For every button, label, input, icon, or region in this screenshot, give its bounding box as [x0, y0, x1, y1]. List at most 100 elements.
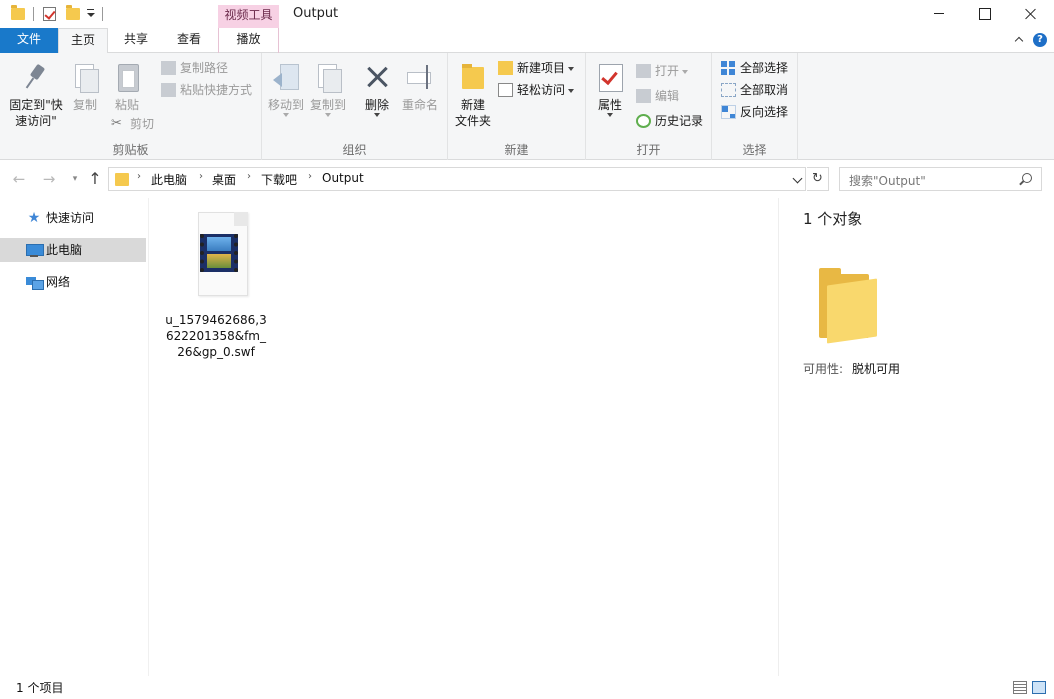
easy-access-button[interactable]: 轻松访问 [497, 80, 575, 100]
folder-icon [115, 173, 129, 186]
breadcrumb-output[interactable]: Output [322, 171, 364, 185]
paste-shortcut-button[interactable]: 粘贴快捷方式 [160, 80, 252, 100]
edit-label: 编辑 [655, 89, 680, 103]
breadcrumb-this-pc[interactable]: 此电脑 [151, 171, 187, 188]
collapse-ribbon-icon[interactable] [1015, 35, 1025, 43]
cut-button[interactable]: ✂ 剪切 [110, 114, 154, 134]
breadcrumb-separator-icon[interactable]: › [308, 171, 312, 182]
star-icon: ★ [27, 210, 41, 226]
breadcrumb-downloads[interactable]: 下载吧 [261, 171, 297, 188]
edit-button[interactable]: 编辑 [635, 86, 679, 106]
pin-label-line2: 速访问" [15, 114, 57, 128]
file-list[interactable]: u_1579462686,3622201358&fm_26&gp_0.swf [150, 198, 778, 676]
ribbon: 固定到"快 速访问" 复制 粘贴 复制路径 粘贴快捷方式 ✂ 剪切 剪贴板 移动… [0, 53, 1054, 160]
tab-file[interactable]: 文件 [0, 28, 58, 53]
breadcrumb-separator-icon[interactable]: › [199, 171, 203, 182]
close-button[interactable] [1008, 0, 1054, 28]
back-arrow-icon[interactable]: ← [10, 171, 28, 187]
address-bar[interactable]: › 此电脑 › 桌面 › 下载吧 › Output [108, 167, 806, 191]
refresh-icon[interactable]: ↻ [807, 167, 829, 191]
copy-to-label: 复制到 [309, 98, 346, 112]
open-group: 属性 打开 编辑 历史记录 打开 [586, 53, 712, 160]
copy-icon [69, 61, 101, 93]
tab-share[interactable]: 共享 [112, 28, 160, 53]
properties-dropdown-icon [607, 113, 613, 117]
new-item-icon [498, 61, 513, 75]
new-item-button[interactable]: 新建项目 [497, 58, 575, 78]
large-icons-view-icon[interactable] [1032, 681, 1046, 694]
breadcrumb-separator-icon[interactable]: › [247, 171, 251, 182]
properties-quick-icon[interactable] [43, 7, 56, 21]
paste-button[interactable]: 粘贴 [110, 57, 144, 113]
selection-count: 1 个对象 [803, 210, 863, 228]
breadcrumb-desktop[interactable]: 桌面 [212, 171, 236, 188]
details-view-icon[interactable] [1013, 681, 1027, 694]
paste-icon [111, 61, 143, 93]
tab-play[interactable]: 播放 [218, 28, 279, 53]
history-button[interactable]: 历史记录 [635, 111, 703, 131]
properties-button[interactable]: 属性 [592, 57, 628, 117]
move-to-label: 移动到 [267, 98, 304, 112]
open-icon [636, 64, 651, 78]
invert-selection-button[interactable]: 反向选择 [720, 102, 788, 122]
tab-view[interactable]: 查看 [164, 28, 214, 53]
minimize-button[interactable] [916, 0, 962, 28]
scissors-icon: ✂ [111, 116, 122, 131]
nav-item-this-pc[interactable]: 此电脑 [0, 238, 146, 262]
delete-label: 删除 [364, 98, 389, 112]
status-bar: 1 个项目 [0, 676, 1054, 699]
search-icon[interactable] [1022, 173, 1032, 183]
new-folder-label-line2: 文件夹 [454, 114, 491, 128]
up-arrow-icon[interactable]: ↑ [86, 171, 104, 187]
select-all-button[interactable]: 全部选择 [720, 58, 788, 78]
video-tools-context-label: 视频工具 [218, 5, 279, 28]
delete-icon [361, 61, 393, 93]
breadcrumb-separator-icon[interactable]: › [137, 171, 141, 182]
forward-arrow-icon[interactable]: → [40, 171, 58, 187]
open-button[interactable]: 打开 [635, 61, 689, 81]
new-item-dropdown-icon [568, 66, 575, 71]
nav-item-label: 快速访问 [46, 211, 95, 225]
search-input[interactable]: 搜索"Output" [839, 167, 1042, 191]
nav-item-label: 此电脑 [46, 243, 83, 257]
nav-item-quick-access[interactable]: ★ 快速访问 [0, 206, 146, 230]
network-icon [26, 275, 44, 290]
select-group-label: 选择 [742, 143, 767, 157]
select-none-button[interactable]: 全部取消 [720, 80, 788, 100]
new-folder-label-line1: 新建 [460, 98, 485, 112]
copy-to-dropdown-icon [325, 113, 331, 117]
delete-button[interactable]: 删除 [360, 57, 394, 117]
maximize-button[interactable] [962, 0, 1008, 28]
open-dropdown-icon [682, 69, 689, 74]
tab-home[interactable]: 主页 [58, 28, 108, 54]
rename-button[interactable]: 重命名 [400, 57, 440, 113]
nav-item-network[interactable]: 网络 [0, 270, 146, 294]
address-history-dropdown-icon[interactable] [791, 171, 805, 187]
copy-path-button[interactable]: 复制路径 [160, 58, 228, 78]
new-group: 新建 文件夹 新建项目 轻松访问 新建 [448, 53, 586, 160]
invert-selection-label: 反向选择 [740, 105, 789, 119]
file-item[interactable]: u_1579462686,3622201358&fm_26&gp_0.swf [164, 208, 268, 359]
move-to-dropdown-icon [283, 113, 289, 117]
customize-quick-access-icon[interactable] [86, 8, 96, 20]
recent-locations-icon[interactable]: ▾ [66, 171, 84, 187]
help-icon[interactable]: ? [1033, 33, 1047, 47]
copy-label: 复制 [72, 98, 97, 112]
invert-selection-icon [721, 105, 736, 119]
select-all-icon [721, 61, 736, 75]
address-row: ← → ▾ ↑ › 此电脑 › 桌面 › 下载吧 › Output ↻ 搜索"O… [0, 161, 1054, 198]
paste-shortcut-icon [161, 83, 176, 97]
toolbar-separator [102, 7, 103, 21]
copy-button[interactable]: 复制 [68, 57, 102, 113]
new-folder-button[interactable]: 新建 文件夹 [452, 57, 494, 129]
window-title: Output [293, 6, 339, 21]
pin-to-quick-access-button[interactable]: 固定到"快 速访问" [6, 57, 66, 129]
new-group-label: 新建 [504, 143, 529, 157]
swf-video-file-icon [184, 210, 248, 298]
computer-icon [26, 243, 44, 257]
copy-to-button[interactable]: 复制到 [308, 57, 348, 117]
pin-icon [20, 61, 52, 93]
new-folder-quick-icon[interactable] [66, 5, 80, 20]
move-to-button[interactable]: 移动到 [266, 57, 306, 117]
details-pane: 1 个对象 可用性: 脱机可用 [778, 198, 1054, 676]
